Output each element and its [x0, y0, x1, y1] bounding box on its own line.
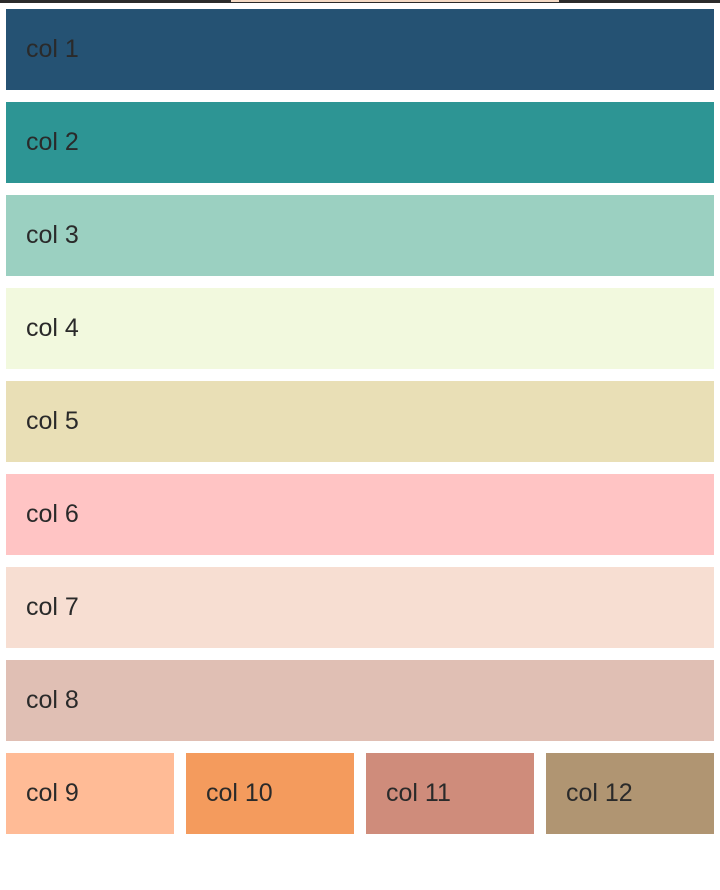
grid-col-10: col 10 [186, 753, 354, 834]
grid-row-2: col 2 [6, 102, 714, 183]
grid-col-8: col 8 [6, 660, 714, 741]
grid-row-4: col 4 [6, 288, 714, 369]
color-grid: col 1 col 2 col 3 col 4 col 5 col 6 col … [6, 9, 714, 846]
grid-col-12: col 12 [546, 753, 714, 834]
grid-col-2: col 2 [6, 102, 714, 183]
grid-col-1: col 1 [6, 9, 714, 90]
grid-col-11: col 11 [366, 753, 534, 834]
grid-col-4: col 4 [6, 288, 714, 369]
grid-row-5: col 5 [6, 381, 714, 462]
grid-row-1: col 1 [6, 9, 714, 90]
grid-row-3: col 3 [6, 195, 714, 276]
grid-col-3: col 3 [6, 195, 714, 276]
top-strip [0, 0, 720, 3]
grid-row-6: col 6 [6, 474, 714, 555]
grid-row-7: col 7 [6, 567, 714, 648]
grid-row-9: col 9 col 10 col 11 col 12 [6, 753, 714, 834]
grid-col-5: col 5 [6, 381, 714, 462]
grid-col-9: col 9 [6, 753, 174, 834]
grid-col-7: col 7 [6, 567, 714, 648]
grid-col-6: col 6 [6, 474, 714, 555]
top-strip-accent [231, 0, 559, 2]
grid-row-8: col 8 [6, 660, 714, 741]
